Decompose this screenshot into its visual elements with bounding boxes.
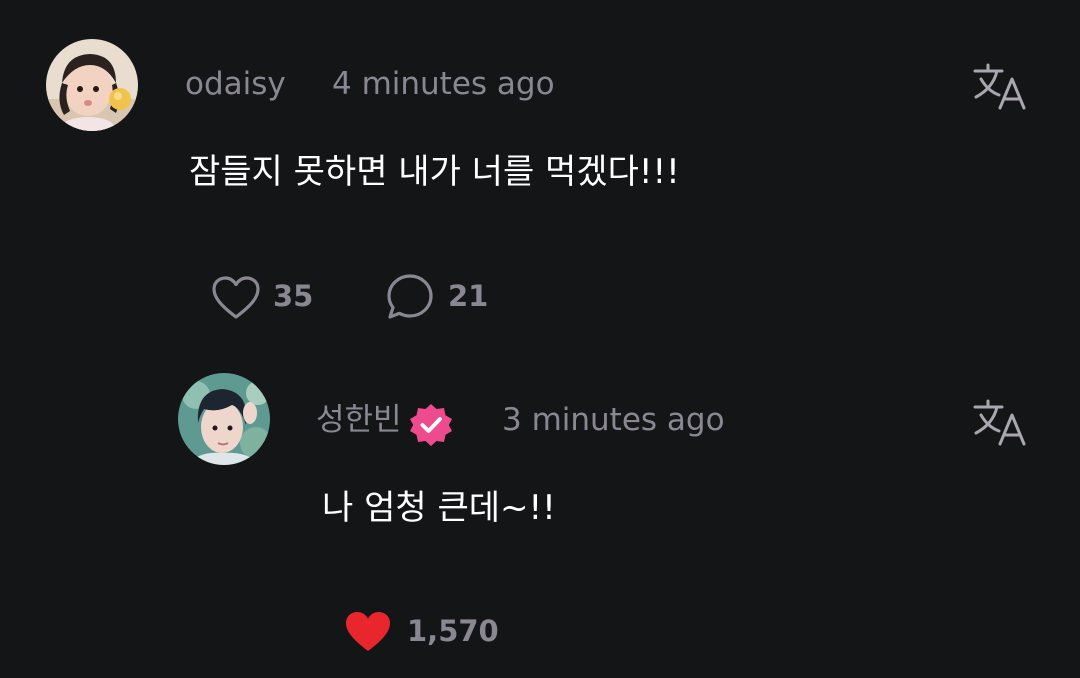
timestamp: 3 minutes ago [502, 402, 725, 438]
comment-text: 잠들지 못하면 내가 너를 먹겠다!!! [189, 152, 680, 192]
avatar[interactable] [178, 373, 270, 465]
heart-outline-icon[interactable] [210, 275, 262, 321]
heart-filled-icon[interactable] [342, 609, 394, 655]
username[interactable]: 성한빈 [316, 405, 402, 436]
reply-count[interactable]: 21 [448, 282, 488, 311]
timestamp: 4 minutes ago [332, 66, 555, 102]
comment-icon[interactable] [385, 272, 435, 322]
avatar[interactable] [46, 39, 138, 131]
verified-badge-icon [408, 402, 454, 452]
username[interactable]: odaisy [185, 69, 286, 100]
comment-text: 나 엄청 큰데~!! [322, 488, 556, 528]
like-count: 1,570 [407, 614, 499, 648]
translate-icon[interactable] [972, 62, 1028, 112]
like-count: 35 [273, 279, 314, 313]
translate-icon[interactable] [972, 398, 1028, 448]
